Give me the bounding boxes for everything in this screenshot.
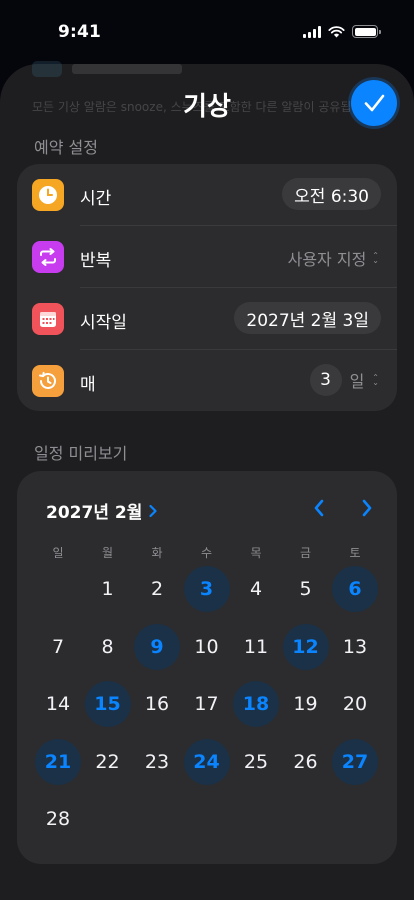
- interval-row[interactable]: 매 3 일 ⌃ ⌄: [17, 350, 397, 412]
- calendar-day[interactable]: 22: [85, 739, 131, 785]
- weekday-label: 일: [52, 546, 64, 560]
- calendar-day-scheduled[interactable]: 24: [183, 738, 230, 785]
- weekday-label: 화: [151, 546, 163, 560]
- calendar-day-scheduled[interactable]: 15: [84, 681, 131, 727]
- next-month-button[interactable]: [354, 495, 380, 521]
- chevron-right-icon: [149, 504, 157, 517]
- calendar-day[interactable]: 1: [85, 566, 131, 612]
- weekday-label: 금: [299, 546, 312, 560]
- confirm-button[interactable]: [351, 80, 397, 126]
- calendar-day[interactable]: 14: [35, 681, 81, 727]
- repeat-label: 반복: [80, 251, 112, 271]
- cellular-signal-icon: [303, 25, 321, 38]
- weekday-label: 목: [250, 546, 262, 560]
- calendar-day-scheduled[interactable]: 27: [332, 738, 378, 785]
- time-label: 시간: [80, 189, 112, 209]
- calendar-day-scheduled[interactable]: 3: [183, 566, 230, 612]
- calendar-day[interactable]: 5: [283, 566, 329, 612]
- calendar-day-scheduled[interactable]: 18: [233, 681, 279, 727]
- time-row[interactable]: 시간 오전 6:30: [17, 164, 397, 226]
- calendar-day[interactable]: 20: [332, 681, 378, 727]
- calendar-day[interactable]: 25: [233, 739, 279, 785]
- calendar-day[interactable]: 28: [35, 796, 81, 842]
- calendar-day-scheduled[interactable]: 9: [134, 623, 180, 670]
- calendar-day[interactable]: 8: [85, 624, 131, 670]
- chevron-right-icon: [362, 499, 372, 517]
- interval-picker[interactable]: 3 일 ⌃ ⌄: [309, 364, 379, 396]
- interval-unit: 일: [349, 372, 365, 391]
- calendar-day[interactable]: 13: [332, 624, 378, 670]
- schedule-settings-card: 시간 오전 6:30 반복 사용자 지정 ⌃ ⌄ 시작일 2027년 2월 3일…: [17, 164, 397, 411]
- calendar-day[interactable]: 23: [134, 739, 180, 785]
- clock-icon: [32, 179, 64, 211]
- calendar-day[interactable]: 17: [184, 681, 230, 727]
- calendar-preview-card: 2027년 2월 일월화수목금토 1 2 3 4 5 6 7 8 9 10 11 12 13 14 15 16…: [17, 471, 397, 864]
- repeat-icon: [32, 241, 64, 273]
- calendar-day[interactable]: 26: [283, 739, 329, 785]
- start-date-row[interactable]: 시작일 2027년 2월 3일: [17, 288, 397, 350]
- start-date-value-button[interactable]: 2027년 2월 3일: [234, 302, 381, 334]
- calendar-icon: [32, 303, 64, 335]
- repeat-value: 사용자 지정: [287, 250, 367, 269]
- calendar-day[interactable]: 16: [134, 681, 180, 727]
- calendar-day-scheduled[interactable]: 12: [282, 623, 329, 670]
- schedule-section-header: 예약 설정: [34, 138, 98, 157]
- previous-month-button[interactable]: [306, 495, 332, 521]
- month-label: 2027년 2월: [46, 503, 143, 523]
- calendar-day[interactable]: 19: [283, 681, 329, 727]
- battery-icon: [352, 25, 381, 38]
- start-date-label: 시작일: [80, 313, 127, 333]
- calendar-day-scheduled[interactable]: 21: [35, 738, 81, 785]
- interval-number[interactable]: 3: [309, 364, 342, 396]
- history-icon: [32, 365, 64, 397]
- calendar-day[interactable]: 10: [184, 624, 230, 670]
- weekday-label: 월: [101, 546, 114, 560]
- chevron-up-down-icon: ⌃ ⌄: [372, 251, 379, 265]
- calendar-day[interactable]: 4: [233, 566, 279, 612]
- alarm-sheet: 모든 기상 알람은 snooze, 스누즈를 포함한 다른 알람이 공유됩니다 …: [0, 61, 414, 900]
- status-bar: 9:41: [0, 0, 414, 60]
- chevron-up-down-icon: ⌃ ⌄: [372, 373, 379, 387]
- calendar-day[interactable]: 2: [134, 566, 180, 612]
- chevron-left-icon: [314, 499, 324, 517]
- preview-section-header: 일정 미리보기: [34, 444, 128, 463]
- calendar-day[interactable]: 11: [233, 624, 279, 670]
- repeat-row[interactable]: 반복 사용자 지정 ⌃ ⌄: [17, 226, 397, 288]
- weekday-label: 토: [349, 546, 361, 560]
- weekday-label: 수: [200, 546, 213, 560]
- status-icons: [303, 25, 381, 38]
- interval-label: 매: [80, 375, 96, 395]
- wifi-icon: [328, 25, 345, 37]
- calendar-day-scheduled[interactable]: 6: [332, 566, 378, 612]
- background-list-item: [32, 58, 182, 80]
- checkmark-icon: [364, 94, 385, 112]
- calendar-day[interactable]: 7: [35, 624, 81, 670]
- time-value-button[interactable]: 오전 6:30: [282, 178, 381, 210]
- month-picker-button[interactable]: 2027년 2월: [46, 498, 158, 523]
- status-time: 9:41: [58, 22, 102, 42]
- repeat-select[interactable]: 사용자 지정 ⌃ ⌄: [288, 246, 379, 270]
